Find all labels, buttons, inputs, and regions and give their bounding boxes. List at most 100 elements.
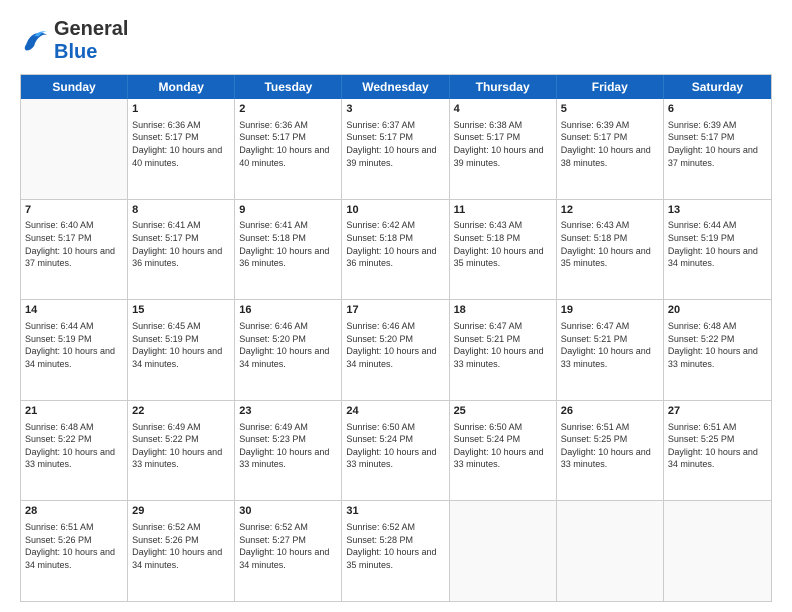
day-number: 21 bbox=[25, 404, 123, 419]
calendar-cell: 12Sunrise: 6:43 AMSunset: 5:18 PMDayligh… bbox=[557, 200, 664, 300]
cell-info: Sunrise: 6:48 AMSunset: 5:22 PMDaylight:… bbox=[668, 320, 767, 370]
cell-info: Sunrise: 6:50 AMSunset: 5:24 PMDaylight:… bbox=[454, 421, 552, 471]
day-number: 31 bbox=[346, 504, 444, 519]
page: General Blue SundayMondayTuesdayWednesda… bbox=[0, 0, 792, 612]
calendar-cell: 31Sunrise: 6:52 AMSunset: 5:28 PMDayligh… bbox=[342, 501, 449, 601]
calendar-cell: 8Sunrise: 6:41 AMSunset: 5:17 PMDaylight… bbox=[128, 200, 235, 300]
day-number: 30 bbox=[239, 504, 337, 519]
day-number: 7 bbox=[25, 203, 123, 218]
cell-info: Sunrise: 6:37 AMSunset: 5:17 PMDaylight:… bbox=[346, 119, 444, 169]
calendar-cell bbox=[21, 99, 128, 199]
logo-icon bbox=[20, 27, 50, 55]
header-day-monday: Monday bbox=[128, 75, 235, 99]
day-number: 26 bbox=[561, 404, 659, 419]
cell-info: Sunrise: 6:51 AMSunset: 5:26 PMDaylight:… bbox=[25, 521, 123, 571]
header-day-saturday: Saturday bbox=[664, 75, 771, 99]
cell-info: Sunrise: 6:43 AMSunset: 5:18 PMDaylight:… bbox=[454, 219, 552, 269]
day-number: 11 bbox=[454, 203, 552, 218]
calendar-header-row: SundayMondayTuesdayWednesdayThursdayFrid… bbox=[21, 75, 771, 99]
day-number: 18 bbox=[454, 303, 552, 318]
cell-info: Sunrise: 6:41 AMSunset: 5:17 PMDaylight:… bbox=[132, 219, 230, 269]
day-number: 14 bbox=[25, 303, 123, 318]
cell-info: Sunrise: 6:45 AMSunset: 5:19 PMDaylight:… bbox=[132, 320, 230, 370]
calendar-cell: 9Sunrise: 6:41 AMSunset: 5:18 PMDaylight… bbox=[235, 200, 342, 300]
calendar-row-5: 28 Sunrise: 6:51 AMSunset: 5:26 PMDayligh… bbox=[21, 500, 771, 601]
calendar-cell: 11Sunrise: 6:43 AMSunset: 5:18 PMDayligh… bbox=[450, 200, 557, 300]
day-number: 9 bbox=[239, 203, 337, 218]
calendar-cell: 13Sunrise: 6:44 AMSunset: 5:19 PMDayligh… bbox=[664, 200, 771, 300]
cell-info: Sunrise: 6:49 AMSunset: 5:22 PMDaylight:… bbox=[132, 421, 230, 471]
calendar-cell: 22Sunrise: 6:49 AMSunset: 5:22 PMDayligh… bbox=[128, 401, 235, 501]
calendar-cell: 27 Sunrise: 6:51 AMSunset: 5:25 PMDayligh… bbox=[664, 401, 771, 501]
cell-info: Sunrise: 6:41 AMSunset: 5:18 PMDaylight:… bbox=[239, 219, 337, 269]
calendar-cell: 19 Sunrise: 6:47 AMSunset: 5:21 PMDayligh… bbox=[557, 300, 664, 400]
calendar-cell: 20Sunrise: 6:48 AMSunset: 5:22 PMDayligh… bbox=[664, 300, 771, 400]
cell-info: Sunrise: 6:52 AMSunset: 5:27 PMDaylight:… bbox=[239, 521, 337, 571]
day-number: 15 bbox=[132, 303, 230, 318]
calendar-cell: 4 Sunrise: 6:38 AMSunset: 5:17 PMDaylight… bbox=[450, 99, 557, 199]
calendar-cell: 10Sunrise: 6:42 AMSunset: 5:18 PMDayligh… bbox=[342, 200, 449, 300]
calendar-cell: 14 Sunrise: 6:44 AMSunset: 5:19 PMDayligh… bbox=[21, 300, 128, 400]
day-number: 13 bbox=[668, 203, 767, 218]
calendar-body: 1 Sunrise: 6:36 AMSunset: 5:17 PMDaylight… bbox=[21, 99, 771, 601]
cell-info: Sunrise: 6:47 AMSunset: 5:21 PMDaylight:… bbox=[561, 320, 659, 370]
calendar-cell: 25Sunrise: 6:50 AMSunset: 5:24 PMDayligh… bbox=[450, 401, 557, 501]
cell-info: Sunrise: 6:50 AMSunset: 5:24 PMDaylight:… bbox=[346, 421, 444, 471]
cell-info: Sunrise: 6:38 AMSunset: 5:17 PMDaylight:… bbox=[454, 119, 552, 169]
header: General Blue bbox=[20, 18, 772, 64]
day-number: 3 bbox=[346, 102, 444, 117]
calendar-cell: 29 Sunrise: 6:52 AMSunset: 5:26 PMDayligh… bbox=[128, 501, 235, 601]
calendar-cell: 18 Sunrise: 6:47 AMSunset: 5:21 PMDayligh… bbox=[450, 300, 557, 400]
calendar-cell: 26Sunrise: 6:51 AMSunset: 5:25 PMDayligh… bbox=[557, 401, 664, 501]
day-number: 29 bbox=[132, 504, 230, 519]
day-number: 6 bbox=[668, 102, 767, 117]
calendar-cell bbox=[557, 501, 664, 601]
cell-info: Sunrise: 6:48 AMSunset: 5:22 PMDaylight:… bbox=[25, 421, 123, 471]
calendar-cell: 23 Sunrise: 6:49 AMSunset: 5:23 PMDayligh… bbox=[235, 401, 342, 501]
header-day-tuesday: Tuesday bbox=[235, 75, 342, 99]
cell-info: Sunrise: 6:44 AMSunset: 5:19 PMDaylight:… bbox=[668, 219, 767, 269]
day-number: 19 bbox=[561, 303, 659, 318]
cell-info: Sunrise: 6:52 AMSunset: 5:26 PMDaylight:… bbox=[132, 521, 230, 571]
day-number: 2 bbox=[239, 102, 337, 117]
calendar-row-1: 1 Sunrise: 6:36 AMSunset: 5:17 PMDaylight… bbox=[21, 99, 771, 199]
cell-info: Sunrise: 6:39 AMSunset: 5:17 PMDaylight:… bbox=[668, 119, 767, 169]
cell-info: Sunrise: 6:47 AMSunset: 5:21 PMDaylight:… bbox=[454, 320, 552, 370]
day-number: 5 bbox=[561, 102, 659, 117]
calendar-cell bbox=[450, 501, 557, 601]
day-number: 23 bbox=[239, 404, 337, 419]
cell-info: Sunrise: 6:46 AMSunset: 5:20 PMDaylight:… bbox=[346, 320, 444, 370]
calendar-cell: 30 Sunrise: 6:52 AMSunset: 5:27 PMDayligh… bbox=[235, 501, 342, 601]
cell-info: Sunrise: 6:43 AMSunset: 5:18 PMDaylight:… bbox=[561, 219, 659, 269]
cell-info: Sunrise: 6:42 AMSunset: 5:18 PMDaylight:… bbox=[346, 219, 444, 269]
logo-general: General bbox=[54, 18, 128, 40]
day-number: 27 bbox=[668, 404, 767, 419]
day-number: 16 bbox=[239, 303, 337, 318]
cell-info: Sunrise: 6:44 AMSunset: 5:19 PMDaylight:… bbox=[25, 320, 123, 370]
cell-info: Sunrise: 6:49 AMSunset: 5:23 PMDaylight:… bbox=[239, 421, 337, 471]
calendar-cell: 16Sunrise: 6:46 AMSunset: 5:20 PMDayligh… bbox=[235, 300, 342, 400]
logo-blue: Blue bbox=[54, 41, 97, 63]
day-number: 24 bbox=[346, 404, 444, 419]
calendar-cell: 17 Sunrise: 6:46 AMSunset: 5:20 PMDayligh… bbox=[342, 300, 449, 400]
day-number: 8 bbox=[132, 203, 230, 218]
day-number: 28 bbox=[25, 504, 123, 519]
calendar-row-2: 7Sunrise: 6:40 AMSunset: 5:17 PMDaylight… bbox=[21, 199, 771, 300]
day-number: 17 bbox=[346, 303, 444, 318]
header-day-sunday: Sunday bbox=[21, 75, 128, 99]
calendar-cell: 2Sunrise: 6:36 AMSunset: 5:17 PMDaylight… bbox=[235, 99, 342, 199]
day-number: 1 bbox=[132, 102, 230, 117]
cell-info: Sunrise: 6:36 AMSunset: 5:17 PMDaylight:… bbox=[132, 119, 230, 169]
calendar-cell: 15 Sunrise: 6:45 AMSunset: 5:19 PMDayligh… bbox=[128, 300, 235, 400]
day-number: 4 bbox=[454, 102, 552, 117]
header-day-wednesday: Wednesday bbox=[342, 75, 449, 99]
day-number: 10 bbox=[346, 203, 444, 218]
cell-info: Sunrise: 6:40 AMSunset: 5:17 PMDaylight:… bbox=[25, 219, 123, 269]
calendar-row-4: 21 Sunrise: 6:48 AMSunset: 5:22 PMDayligh… bbox=[21, 400, 771, 501]
calendar-cell: 24 Sunrise: 6:50 AMSunset: 5:24 PMDayligh… bbox=[342, 401, 449, 501]
logo: General Blue bbox=[20, 18, 128, 64]
calendar-cell: 21 Sunrise: 6:48 AMSunset: 5:22 PMDayligh… bbox=[21, 401, 128, 501]
calendar-cell: 6 Sunrise: 6:39 AMSunset: 5:17 PMDaylight… bbox=[664, 99, 771, 199]
cell-info: Sunrise: 6:51 AMSunset: 5:25 PMDaylight:… bbox=[668, 421, 767, 471]
calendar-cell: 5Sunrise: 6:39 AMSunset: 5:17 PMDaylight… bbox=[557, 99, 664, 199]
